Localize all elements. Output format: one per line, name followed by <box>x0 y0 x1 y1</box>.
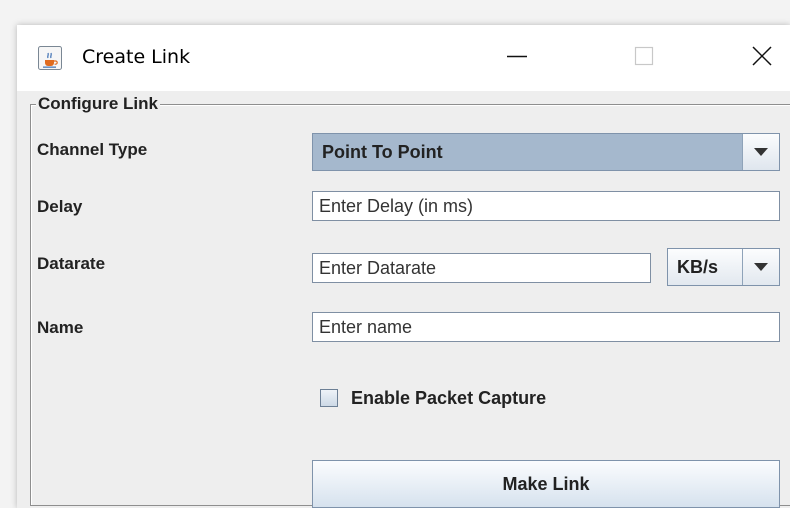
delay-input[interactable] <box>313 192 779 220</box>
chevron-down-icon <box>754 263 768 271</box>
maximize-button[interactable] <box>614 35 674 81</box>
close-button[interactable] <box>737 35 787 81</box>
datarate-label: Datarate <box>37 254 106 273</box>
packet-capture-checkbox[interactable] <box>320 389 338 407</box>
datarate-unit-selected: KB/s <box>677 257 719 277</box>
minimize-icon <box>506 45 528 72</box>
name-field-wrap <box>312 312 780 342</box>
title-bar: Create Link <box>17 25 790 91</box>
channel-type-selected: Point To Point <box>322 142 443 162</box>
datarate-field-wrap <box>312 253 651 283</box>
delay-field-wrap <box>312 191 780 221</box>
dialog-content: Configure Link Channel Type Point To Poi… <box>17 91 790 508</box>
group-title: Configure Link <box>36 94 160 114</box>
maximize-icon <box>634 46 654 71</box>
name-label: Name <box>37 318 84 337</box>
packet-capture-row[interactable]: Enable Packet Capture <box>320 387 546 409</box>
delay-label: Delay <box>37 197 83 216</box>
make-link-button[interactable]: Make Link <box>312 460 780 508</box>
minimize-button[interactable] <box>487 35 547 81</box>
datarate-unit-arrow-button[interactable] <box>742 249 779 285</box>
channel-type-dropdown[interactable]: Point To Point <box>312 133 780 171</box>
datarate-unit-dropdown[interactable]: KB/s <box>667 248 780 286</box>
name-input[interactable] <box>313 313 779 341</box>
window-title: Create Link <box>82 46 191 68</box>
create-link-window: Create Link Configure Link Channel Type <box>17 25 790 508</box>
channel-type-arrow-button[interactable] <box>742 134 779 170</box>
packet-capture-label[interactable]: Enable Packet Capture <box>351 387 546 409</box>
chevron-down-icon <box>754 148 768 156</box>
channel-type-label: Channel Type <box>37 140 148 159</box>
datarate-input[interactable] <box>313 254 650 282</box>
java-coffee-cup-icon <box>38 46 62 70</box>
close-icon <box>751 45 773 72</box>
